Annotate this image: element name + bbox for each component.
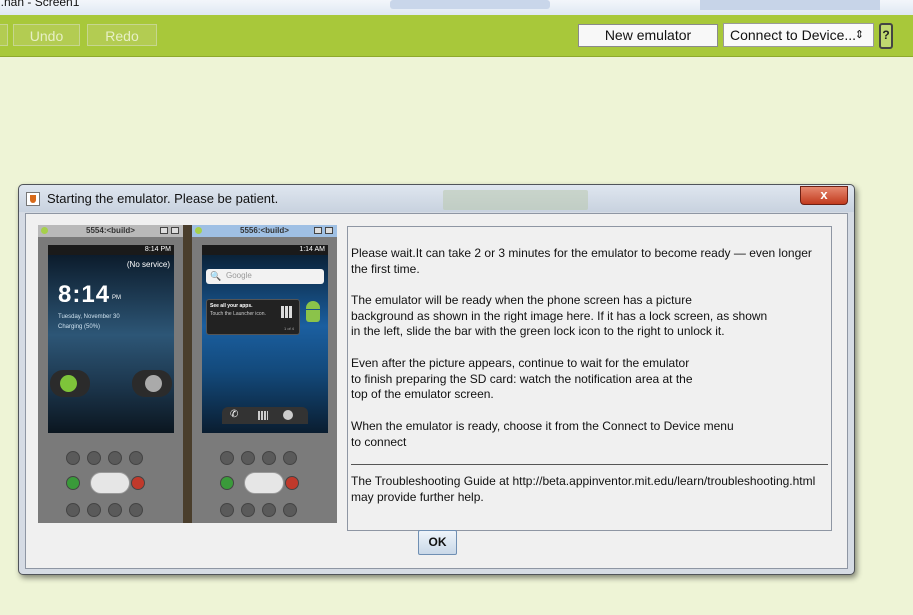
left-phone-titlebar: 5554:<build> [38,225,183,237]
left-phone-screen: 8:14 PM (No service) 8:14 PM Tuesday, No… [48,245,174,433]
title-bar-blur [390,0,550,9]
phone-help-icon[interactable]: ? [879,23,893,49]
phones-divider [183,225,192,523]
power-key-icon[interactable] [129,451,143,465]
right-phone-top-keys [220,451,297,465]
menu-key-icon[interactable] [87,503,101,517]
volume-up-key-icon[interactable] [108,451,122,465]
green-lock-icon [60,375,77,392]
no-service-text: (No service) [126,260,170,269]
designer-toolbar: Undo Redo New emulator Connect to Device… [0,15,913,57]
window-title-bar: ...nan - Screen1 [0,0,913,15]
dock-bar: ✆ [222,407,308,424]
unlock-slider[interactable] [50,370,90,397]
undo-button[interactable]: Undo [13,24,80,46]
right-phone-screen: 1:14 AM 🔍 Google See all your apps. Touc… [202,245,328,433]
redo-button[interactable]: Redo [87,24,157,46]
instructions-panel: Please wait.It can take 2 or 3 minutes f… [347,226,832,531]
volume-down-key-icon[interactable] [87,451,101,465]
home-screen: 🔍 Google See all your apps. Touch the La… [202,255,328,433]
ok-button[interactable]: OK [418,530,457,555]
menu-key-icon[interactable] [241,503,255,517]
dialog-title: Starting the emulator. Please be patient… [47,191,279,206]
charging-status: Charging (50%) [58,324,101,330]
status-bar: 8:14 PM [48,245,174,255]
toolbar-button-partial[interactable] [0,24,8,46]
instruction-connect: When the emulator is ready, choose it fr… [351,419,734,449]
minimize-icon [314,227,322,234]
connect-to-device-dropdown[interactable]: Connect to Device... ⇕ [723,23,874,47]
instruction-wait: Please wait.It can take 2 or 3 minutes f… [351,246,812,276]
app-drawer-icon[interactable] [258,411,268,420]
volume-down-key-icon[interactable] [241,451,255,465]
end-call-key-icon[interactable] [131,476,145,490]
status-bar: 1:14 AM [202,245,328,255]
back-key-icon[interactable] [262,503,276,517]
troubleshooting-text: The Troubleshooting Guide at http://beta… [351,474,816,504]
search-icon: 🔍 [210,271,222,281]
widget-page: 1 of 4 [283,326,294,331]
home-key-icon[interactable] [66,503,80,517]
back-key-icon[interactable] [108,503,122,517]
google-search-placeholder: Google [226,271,252,280]
left-phone-title: 5554:<build> [86,226,135,235]
volume-up-key-icon[interactable] [262,451,276,465]
android-robot-icon [304,301,322,325]
call-key-icon[interactable] [66,476,80,490]
browser-icon[interactable] [283,410,293,420]
lock-screen: (No service) 8:14 PM Tuesday, November 3… [48,255,174,433]
dialog-body: 5554:<build> 8:14 PM (No service) 8:14 P… [25,213,848,569]
new-emulator-button[interactable]: New emulator [578,24,718,47]
instruction-sd-card: Even after the picture appears, continue… [351,356,693,402]
android-icon [195,227,202,234]
launcher-tip-widget: See all your apps. Touch the Launcher ic… [206,299,300,335]
connect-to-device-label: Connect to Device... [730,27,857,43]
emulator-dialog: Starting the emulator. Please be patient… [18,184,855,575]
right-phone-titlebar: 5556:<build> [192,225,337,237]
end-call-key-icon[interactable] [285,476,299,490]
minimize-icon [160,227,168,234]
launcher-grid-icon [281,306,293,318]
google-search-bar[interactable]: 🔍 Google [206,269,324,284]
left-phone-emulator: 5554:<build> 8:14 PM (No service) 8:14 P… [38,225,183,523]
lock-date: Tuesday, November 30 [58,314,120,320]
camera-key-icon[interactable] [220,451,234,465]
close-icon [325,227,333,234]
window-title: ...nan - Screen1 [0,0,80,9]
title-bar-blur-right [700,0,880,10]
lock-am-pm: PM [112,295,121,301]
camera-key-icon[interactable] [66,451,80,465]
close-button[interactable]: x [800,186,848,205]
close-icon [171,227,179,234]
right-phone-emulator: 5556:<build> 1:14 AM 🔍 Google See all yo… [192,225,337,523]
home-key-icon[interactable] [220,503,234,517]
background-ghost-element [443,190,588,210]
dropdown-arrow-icon: ⇕ [854,29,864,41]
widget-title: See all your apps. [210,303,253,309]
left-phone-bottom-keys [66,503,143,517]
widget-subtitle: Touch the Launcher icon. [210,311,266,317]
right-phone-bottom-keys [220,503,297,517]
left-phone-top-keys [66,451,143,465]
dpad[interactable] [244,472,284,494]
search-key-icon[interactable] [283,503,297,517]
sound-slider[interactable] [132,370,172,397]
lock-clock: 8:14 [58,281,111,308]
search-key-icon[interactable] [129,503,143,517]
java-icon [26,192,40,206]
instruction-ready: The emulator will be ready when the phon… [351,293,768,339]
phone-dialer-icon[interactable]: ✆ [230,409,238,420]
dialog-title-bar: Starting the emulator. Please be patient… [19,185,854,212]
instructions-divider [351,464,828,465]
call-key-icon[interactable] [220,476,234,490]
dpad[interactable] [90,472,130,494]
power-key-icon[interactable] [283,451,297,465]
speaker-icon [145,375,162,392]
android-icon [41,227,48,234]
emulator-screenshots: 5554:<build> 8:14 PM (No service) 8:14 P… [38,225,337,523]
right-phone-title: 5556:<build> [240,226,289,235]
